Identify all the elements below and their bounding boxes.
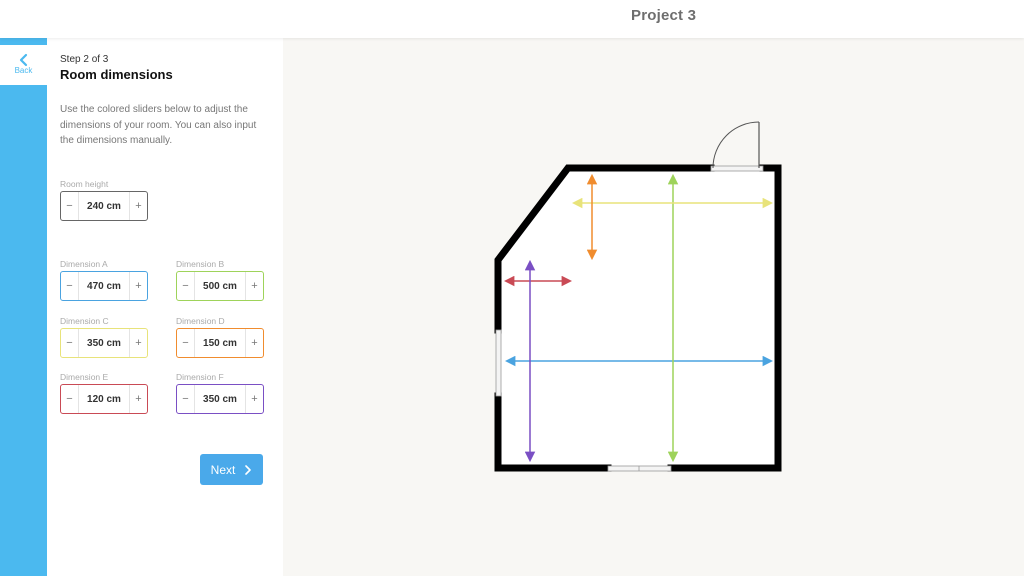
dimension-b-stepper: − 500 cm + (176, 271, 264, 301)
dimension-e-label: Dimension E (60, 372, 109, 382)
dimension-a-stepper: − 470 cm + (60, 271, 148, 301)
dimension-f-stepper: − 350 cm + (176, 384, 264, 414)
dimension-a-decrement[interactable]: − (61, 272, 79, 300)
window-icon (495, 329, 502, 397)
dimension-c-increment[interactable]: + (129, 329, 147, 357)
back-label: Back (14, 66, 33, 75)
dimension-e-value[interactable]: 120 cm (79, 385, 129, 413)
dimension-b-label: Dimension B (176, 259, 225, 269)
settings-panel: Step 2 of 3 Room dimensions Use the colo… (47, 38, 283, 576)
next-label: Next (210, 462, 236, 477)
room-height-increment[interactable]: + (129, 192, 147, 220)
dimension-c-decrement[interactable]: − (61, 329, 79, 357)
project-title: Project 3 (631, 7, 697, 24)
room-floor (498, 168, 778, 468)
room-height-stepper: − 240 cm + (60, 191, 148, 221)
page-title: Room dimensions (60, 67, 173, 82)
floorplan-drawing (494, 121, 782, 472)
dimension-a-increment[interactable]: + (129, 272, 147, 300)
dimension-c-value[interactable]: 350 cm (79, 329, 129, 357)
room-height-value[interactable]: 240 cm (79, 192, 129, 220)
dimension-b-increment[interactable]: + (245, 272, 263, 300)
instructions: Use the colored sliders below to adjust … (60, 104, 257, 146)
dimension-a-label: Dimension A (60, 259, 108, 269)
dimension-e-increment[interactable]: + (129, 385, 147, 413)
dimension-f-value[interactable]: 350 cm (195, 385, 245, 413)
room-height-label: Room height (60, 179, 109, 189)
dimension-d-label: Dimension D (176, 316, 225, 326)
top-bar: Project 3 (0, 0, 1024, 38)
dimension-f-increment[interactable]: + (245, 385, 263, 413)
dimension-c-label: Dimension C (60, 316, 109, 326)
dimension-c-stepper: − 350 cm + (60, 328, 148, 358)
floorplan-canvas (283, 38, 1024, 576)
dimension-d-value[interactable]: 150 cm (195, 329, 245, 357)
dimension-e-decrement[interactable]: − (61, 385, 79, 413)
back-button[interactable]: Back (0, 45, 47, 85)
step-indicator: Step 2 of 3 (60, 54, 109, 65)
chevron-right-icon (245, 464, 252, 475)
dimension-b-value[interactable]: 500 cm (195, 272, 245, 300)
dimension-f-label: Dimension F (176, 372, 224, 382)
chevron-left-icon (19, 53, 27, 67)
dimension-e-stepper: − 120 cm + (60, 384, 148, 414)
window-icon (607, 465, 672, 472)
dimension-d-increment[interactable]: + (245, 329, 263, 357)
door-swing-icon (710, 121, 764, 172)
dimension-b-decrement[interactable]: − (177, 272, 195, 300)
dimension-d-stepper: − 150 cm + (176, 328, 264, 358)
dimension-d-decrement[interactable]: − (177, 329, 195, 357)
next-button[interactable]: Next (200, 454, 263, 485)
dimension-a-value[interactable]: 470 cm (79, 272, 129, 300)
room-height-decrement[interactable]: − (61, 192, 79, 220)
dimension-f-decrement[interactable]: − (177, 385, 195, 413)
left-rail: Back (0, 38, 47, 576)
